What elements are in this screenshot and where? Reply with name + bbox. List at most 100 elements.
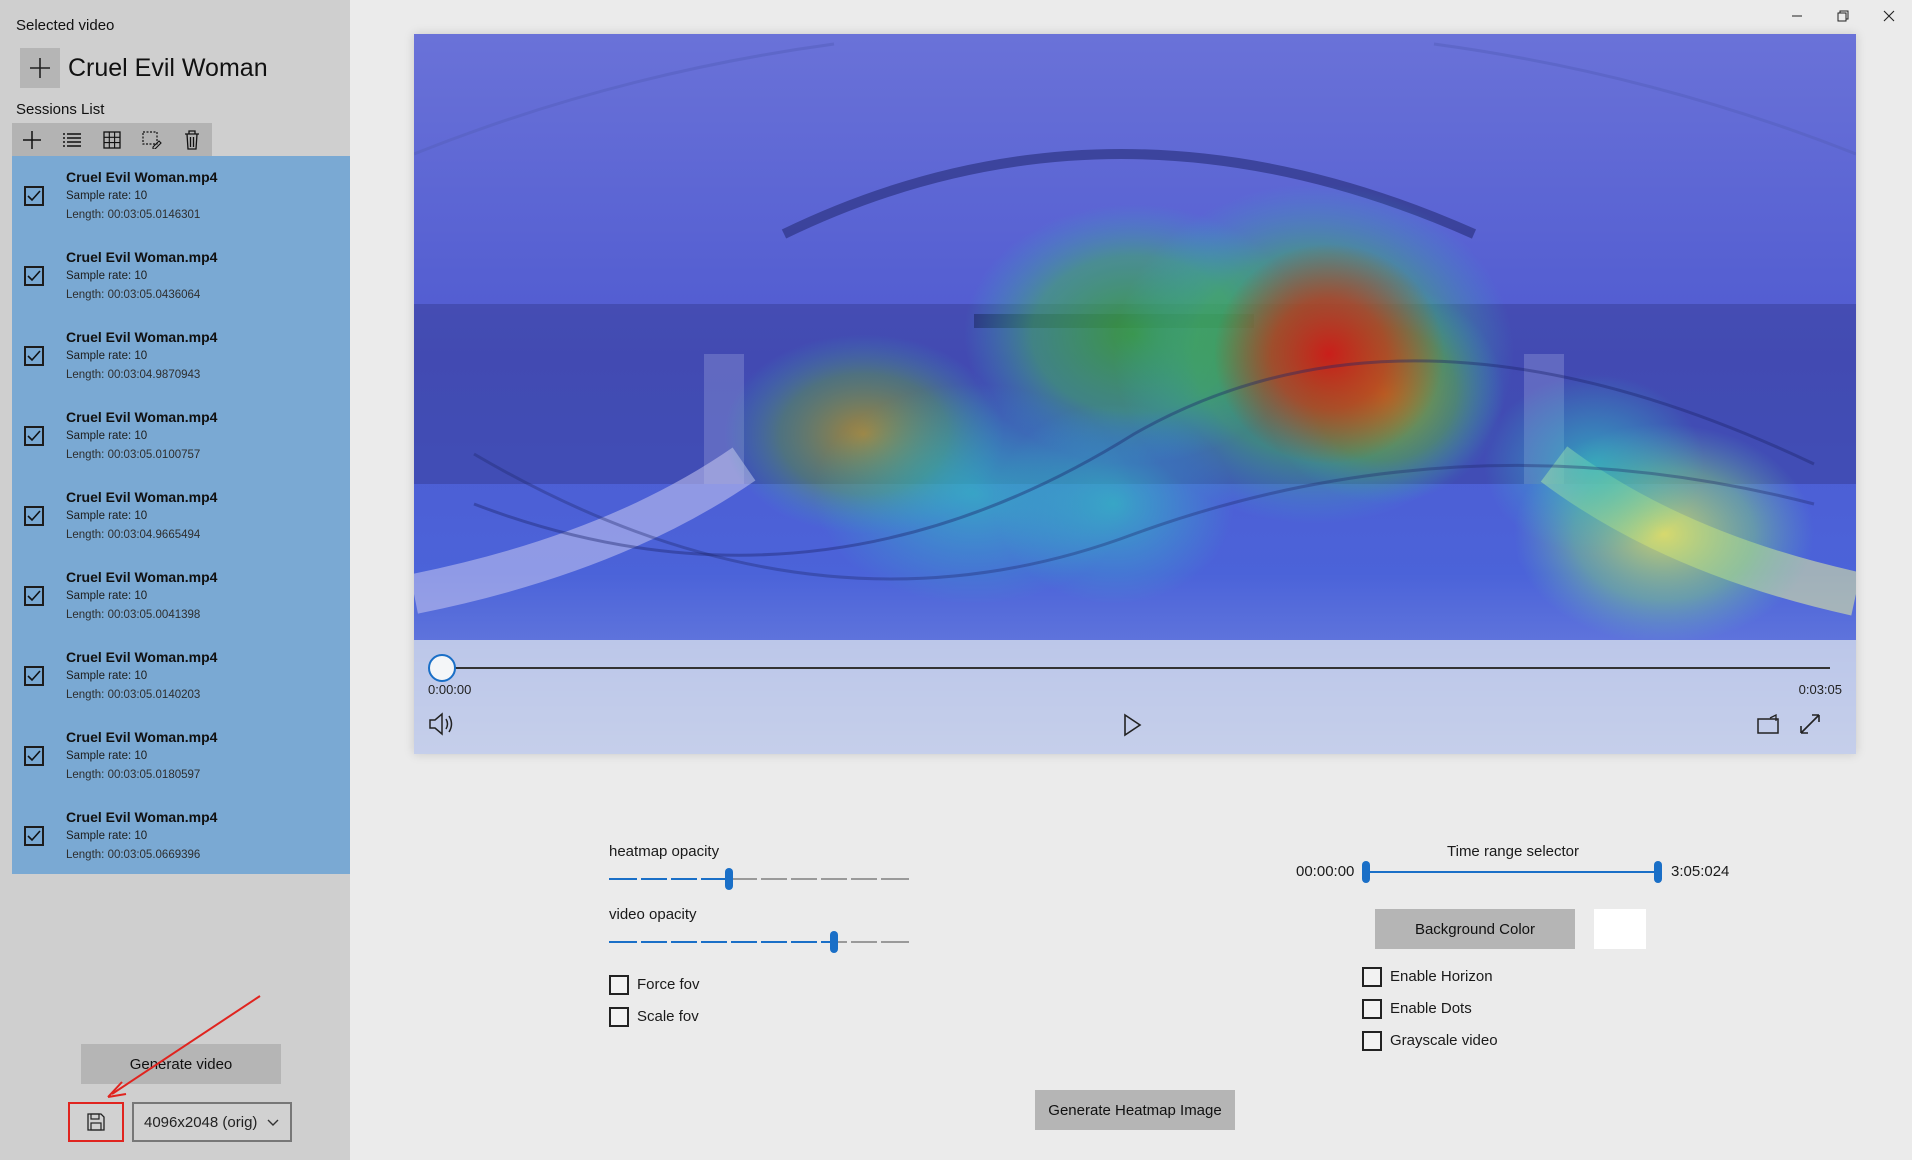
- session-length: Length: 00:03:04.9870943: [66, 369, 201, 381]
- heatmap-opacity-tick: [697, 878, 701, 880]
- video-opacity-tick: [697, 941, 701, 943]
- session-name: Cruel Evil Woman.mp4: [66, 809, 218, 825]
- session-checkbox[interactable]: [24, 826, 44, 846]
- heatmap-opacity-slider[interactable]: [609, 867, 909, 891]
- force-fov-checkbox[interactable]: [609, 975, 629, 995]
- video-player[interactable]: 0:00:00 0:03:05: [414, 34, 1856, 754]
- close-button[interactable]: [1866, 0, 1912, 32]
- video-opacity-thumb[interactable]: [830, 931, 838, 953]
- add-session-button[interactable]: [12, 123, 52, 156]
- session-name: Cruel Evil Woman.mp4: [66, 649, 218, 665]
- session-item[interactable]: Cruel Evil Woman.mp4 Sample rate: 10 Lengt…: [12, 156, 350, 236]
- video-opacity-tick: [847, 941, 851, 943]
- time-range-end-thumb[interactable]: [1654, 861, 1662, 883]
- session-item[interactable]: Cruel Evil Woman.mp4 Sample rate: 10 Lengt…: [12, 636, 350, 716]
- sidebar: Selected video Cruel Evil Woman Sessions…: [0, 0, 350, 1160]
- session-name: Cruel Evil Woman.mp4: [66, 329, 218, 345]
- video-opacity-tick: [787, 941, 791, 943]
- session-item[interactable]: Cruel Evil Woman.mp4 Sample rate: 10 Lengt…: [12, 236, 350, 316]
- enable-dots-checkbox[interactable]: [1362, 999, 1382, 1019]
- play-icon: [1124, 713, 1142, 737]
- session-name: Cruel Evil Woman.mp4: [66, 249, 218, 265]
- checkmark-icon: [27, 590, 41, 602]
- checkmark-icon: [27, 270, 41, 282]
- session-checkbox[interactable]: [24, 746, 44, 766]
- session-length: Length: 00:03:04.9665494: [66, 529, 201, 541]
- time-range-slider[interactable]: [1362, 860, 1662, 884]
- time-range-start-thumb[interactable]: [1362, 861, 1370, 883]
- chevron-down-icon: [267, 1119, 279, 1126]
- session-sample-rate: Sample rate: 10: [66, 510, 148, 522]
- grid-view-button[interactable]: [92, 123, 132, 156]
- session-checkbox[interactable]: [24, 266, 44, 286]
- video-opacity-slider[interactable]: [609, 930, 909, 954]
- window-controls: [1774, 0, 1912, 32]
- session-checkbox[interactable]: [24, 346, 44, 366]
- session-name: Cruel Evil Woman.mp4: [66, 489, 218, 505]
- plus-icon: [30, 58, 50, 78]
- seek-bar[interactable]: [442, 667, 1830, 669]
- session-checkbox[interactable]: [24, 186, 44, 206]
- add-icon: [23, 130, 41, 149]
- session-length: Length: 00:03:05.0140203: [66, 689, 201, 701]
- restore-button[interactable]: [1820, 0, 1866, 32]
- heatmap-opacity-tick: [637, 878, 641, 880]
- session-sample-rate: Sample rate: 10: [66, 670, 148, 682]
- checkmark-icon: [27, 510, 41, 522]
- session-sample-rate: Sample rate: 10: [66, 830, 148, 842]
- volume-button[interactable]: [428, 712, 456, 741]
- session-item[interactable]: Cruel Evil Woman.mp4 Sample rate: 10 Lengt…: [12, 556, 350, 636]
- minimize-icon: [1792, 15, 1802, 17]
- total-time: 0:03:05: [1798, 682, 1842, 697]
- player-controls: 0:00:00 0:03:05: [414, 640, 1856, 754]
- checkmark-icon: [27, 750, 41, 762]
- video-opacity-fill: [609, 941, 834, 943]
- list-view-button[interactable]: [52, 123, 92, 156]
- session-length: Length: 00:03:05.0180597: [66, 769, 201, 781]
- session-checkbox[interactable]: [24, 586, 44, 606]
- session-length: Length: 00:03:05.0436064: [66, 289, 201, 301]
- cast-button[interactable]: [1756, 713, 1782, 741]
- grayscale-checkbox[interactable]: [1362, 1031, 1382, 1051]
- heatmap-opacity-tick: [787, 878, 791, 880]
- add-video-button[interactable]: [20, 48, 60, 88]
- checkmark-icon: [27, 670, 41, 682]
- session-checkbox[interactable]: [24, 506, 44, 526]
- session-item[interactable]: Cruel Evil Woman.mp4 Sample rate: 10 Lengt…: [12, 476, 350, 556]
- resolution-select-value: 4096x2048 (orig): [144, 1113, 258, 1131]
- scale-fov-checkbox[interactable]: [609, 1007, 629, 1027]
- play-button[interactable]: [1122, 713, 1142, 742]
- sessions-list: Cruel Evil Woman.mp4 Sample rate: 10 Lengt…: [12, 156, 350, 874]
- enable-horizon-label: Enable Horizon: [1390, 968, 1493, 985]
- session-checkbox[interactable]: [24, 666, 44, 686]
- video-opacity-tick: [757, 941, 761, 943]
- seek-thumb[interactable]: [428, 654, 456, 682]
- session-item[interactable]: Cruel Evil Woman.mp4 Sample rate: 10 Lengt…: [12, 316, 350, 396]
- video-opacity-tick: [877, 941, 881, 943]
- grid-icon: [103, 130, 121, 149]
- session-sample-rate: Sample rate: 10: [66, 750, 148, 762]
- session-name: Cruel Evil Woman.mp4: [66, 729, 218, 745]
- minimize-button[interactable]: [1774, 0, 1820, 32]
- heatmap-opacity-thumb[interactable]: [725, 868, 733, 890]
- delete-session-button[interactable]: [172, 123, 212, 156]
- session-item[interactable]: Cruel Evil Woman.mp4 Sample rate: 10 Lengt…: [12, 716, 350, 796]
- time-range-start: 00:00:00: [1296, 863, 1355, 880]
- fullscreen-button[interactable]: [1798, 712, 1822, 741]
- session-checkbox[interactable]: [24, 426, 44, 446]
- session-item[interactable]: Cruel Evil Woman.mp4 Sample rate: 10 Lengt…: [12, 396, 350, 476]
- checkmark-icon: [27, 350, 41, 362]
- generate-heatmap-button[interactable]: Generate Heatmap Image: [1035, 1090, 1235, 1130]
- select-session-button[interactable]: [132, 123, 172, 156]
- scale-fov-label: Scale fov: [637, 1008, 699, 1025]
- resolution-select[interactable]: 4096x2048 (orig): [132, 1102, 292, 1142]
- time-range-label: Time range selector: [1447, 843, 1579, 860]
- sessions-toolbar: [12, 123, 212, 156]
- enable-horizon-checkbox[interactable]: [1362, 967, 1382, 987]
- background-color-swatch[interactable]: [1594, 909, 1646, 949]
- floppy-disk-icon: [87, 1113, 105, 1131]
- save-button[interactable]: [68, 1102, 124, 1142]
- session-item[interactable]: Cruel Evil Woman.mp4 Sample rate: 10 Lengt…: [12, 796, 350, 876]
- enable-dots-label: Enable Dots: [1390, 1000, 1472, 1017]
- background-color-button[interactable]: Background Color: [1375, 909, 1575, 949]
